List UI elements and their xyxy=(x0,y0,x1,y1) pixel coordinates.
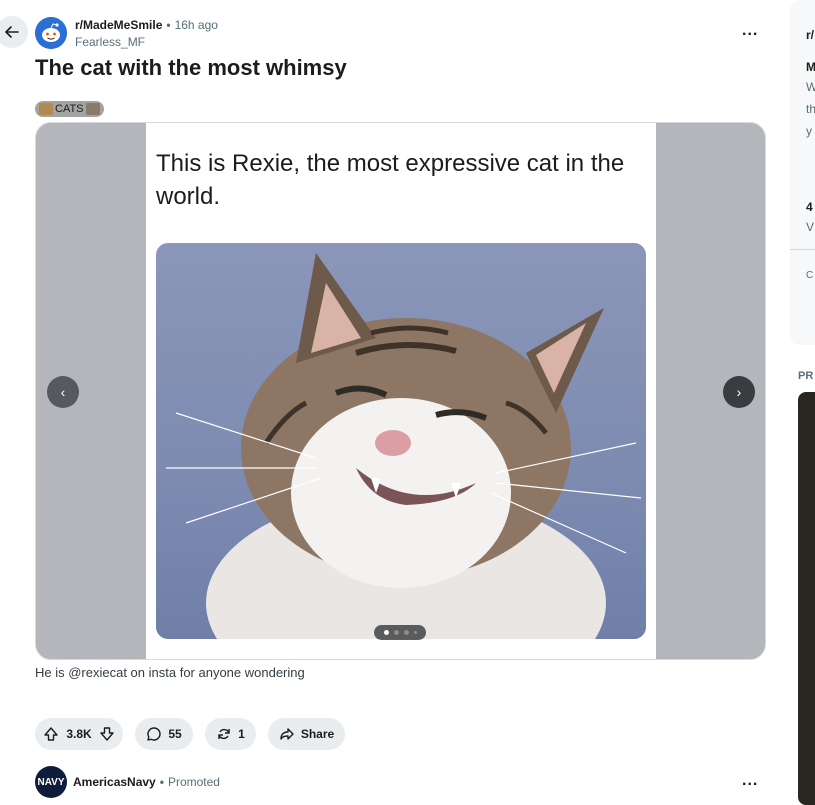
right-sidebar: r/ M W th y 4 V C PR xyxy=(790,0,815,805)
crosspost-count: 1 xyxy=(238,727,245,741)
comments-button[interactable]: 55 xyxy=(135,718,193,750)
cat-emoji-icon xyxy=(85,103,100,115)
sidebar-text: 4 xyxy=(806,200,813,214)
advertiser-avatar[interactable]: NAVY xyxy=(35,766,67,798)
pagination-dot[interactable] xyxy=(413,631,417,634)
promoted-label: Promoted xyxy=(167,775,220,789)
share-label: Share xyxy=(300,727,335,741)
sidebar-text: C xyxy=(806,270,814,281)
sidebar-ad-image[interactable] xyxy=(798,392,815,805)
share-button[interactable]: Share xyxy=(268,718,345,750)
sidebar-text: M xyxy=(806,60,815,74)
sidebar-text: th xyxy=(806,102,815,116)
chevron-right-icon: › xyxy=(736,384,742,400)
image-gallery[interactable]: This is Rexie, the most expressive cat i… xyxy=(35,122,766,660)
pagination-dot[interactable] xyxy=(383,630,389,635)
promoted-meta: AmericasNavy • Promoted xyxy=(73,775,220,789)
advertiser-name[interactable]: AmericasNavy xyxy=(73,775,156,789)
crosspost-icon xyxy=(218,728,230,740)
crosspost-button[interactable]: 1 xyxy=(205,718,256,750)
chevron-left-icon: ‹ xyxy=(60,384,66,400)
vote-control: 3.8K xyxy=(35,718,123,750)
sidebar-divider xyxy=(790,249,815,250)
promoted-section-label: PR xyxy=(798,370,814,382)
slide-caption: This is Rexie, the most expressive cat i… xyxy=(156,150,625,210)
comment-icon xyxy=(147,727,162,741)
cat-illustration xyxy=(166,253,642,639)
arrow-left-icon xyxy=(5,26,19,38)
meta-separator: • xyxy=(159,775,164,789)
gallery-prev-button[interactable]: ‹ xyxy=(47,376,79,408)
gallery-next-button[interactable]: › xyxy=(723,376,755,408)
post-body: He is @rexiecat on insta for anyone wond… xyxy=(35,665,305,680)
comment-count: 55 xyxy=(168,727,182,741)
flair-label: CATS xyxy=(55,103,84,115)
meta-separator: • xyxy=(166,18,171,32)
back-button[interactable] xyxy=(0,16,28,48)
gallery-slide: This is Rexie, the most expressive cat i… xyxy=(146,123,656,659)
subreddit-name[interactable]: r/MadeMeSmile xyxy=(75,18,162,32)
share-icon xyxy=(280,728,294,740)
downvote-icon[interactable] xyxy=(99,726,115,742)
post-flair[interactable]: CATS xyxy=(35,101,104,117)
cat-photo xyxy=(156,243,646,639)
post-more-button[interactable]: ... xyxy=(742,22,758,40)
post-author[interactable]: Fearless_MF xyxy=(75,35,145,49)
pagination-dot[interactable] xyxy=(403,630,409,635)
community-card xyxy=(790,0,815,345)
sidebar-text: r/ xyxy=(806,28,815,42)
post-meta: r/MadeMeSmile • 16h ago xyxy=(75,18,218,32)
vote-count: 3.8K xyxy=(66,727,92,741)
sidebar-text: y xyxy=(806,124,812,138)
pagination-dot[interactable] xyxy=(393,630,399,635)
subreddit-avatar[interactable] xyxy=(35,17,67,49)
gallery-pagination xyxy=(374,625,426,640)
cat-emoji-icon xyxy=(39,103,53,115)
upvote-icon[interactable] xyxy=(43,726,59,742)
sidebar-text: W xyxy=(806,80,815,94)
promoted-more-button[interactable]: ... xyxy=(742,772,758,790)
snoo-icon xyxy=(35,17,67,49)
post-time: 16h ago xyxy=(174,18,218,32)
post-title: The cat with the most whimsy xyxy=(35,55,347,80)
sidebar-text: V xyxy=(806,220,815,234)
